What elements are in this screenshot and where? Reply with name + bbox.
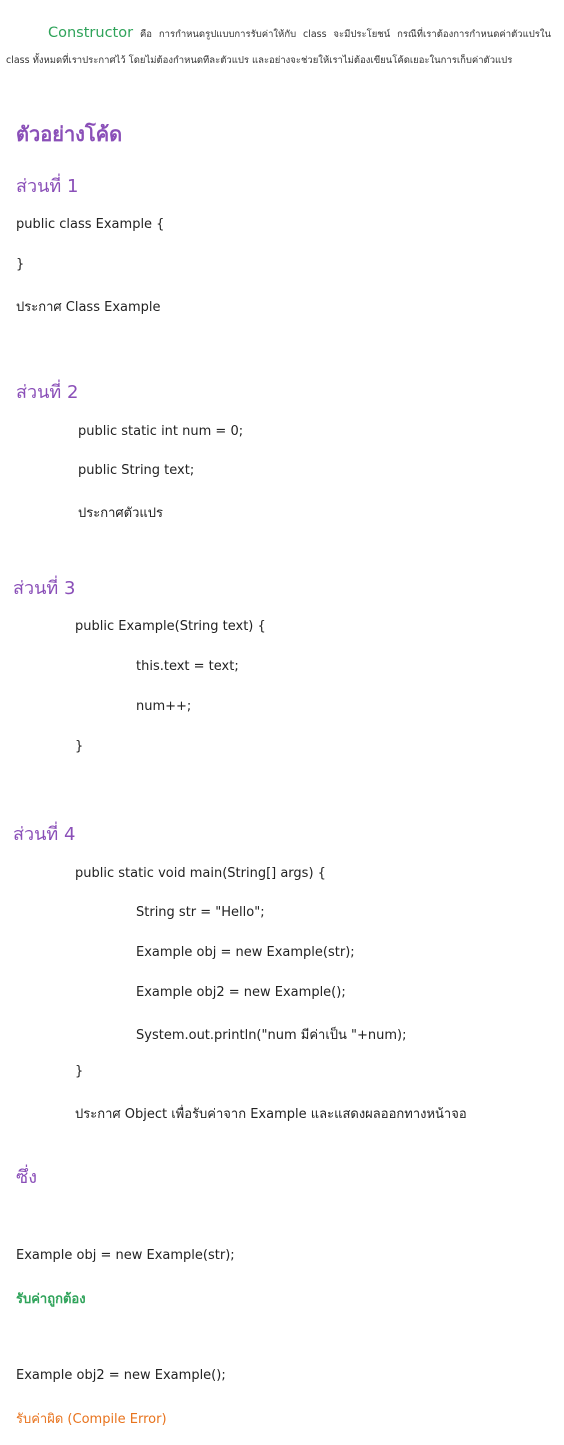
part3-title: ส่วนที่ 3 bbox=[13, 578, 76, 599]
part4-code-line: Example obj = new Example(str); bbox=[136, 945, 355, 960]
part4-title: ส่วนที่ 4 bbox=[13, 824, 76, 845]
intro-paragraph: Constructor คือ การกำหนดรูปแบบการรับค่าใ… bbox=[6, 20, 551, 74]
part4-note: ประกาศ Object เพื่อรับค่าจาก Example และ… bbox=[75, 1107, 467, 1122]
summary-result-valid: รับค่าถูกต้อง bbox=[16, 1292, 86, 1307]
part4-code-line: } bbox=[75, 1064, 84, 1079]
part3-code-line: } bbox=[75, 739, 84, 754]
summary-title: ซึ่ง bbox=[16, 1167, 38, 1188]
part1-code-line: public class Example { bbox=[16, 217, 165, 232]
part4-code-line: public static void main(String[] args) { bbox=[75, 866, 326, 881]
part3-code-line: num++; bbox=[136, 699, 192, 714]
part2-code-line: public String text; bbox=[78, 463, 195, 478]
page-heading: ตัวอย่างโค้ด bbox=[16, 122, 123, 146]
summary-example-2: Example obj2 = new Example(); bbox=[16, 1368, 226, 1383]
part3-code-line: public Example(String text) { bbox=[75, 619, 266, 634]
part2-code-line: public static int num = 0; bbox=[78, 424, 244, 439]
part1-code-line: } bbox=[16, 257, 25, 272]
part4-code-line: String str = "Hello"; bbox=[136, 905, 265, 920]
part4-code-line: System.out.println("num มีค่าเป็น "+num)… bbox=[136, 1028, 407, 1043]
part2-note: ประกาศตัวแปร bbox=[78, 506, 163, 521]
part2-title: ส่วนที่ 2 bbox=[16, 382, 79, 403]
part4-code-line: Example obj2 = new Example(); bbox=[136, 985, 346, 1000]
part1-title: ส่วนที่ 1 bbox=[16, 176, 79, 197]
summary-result-error: รับค่าผิด (Compile Error) bbox=[16, 1412, 167, 1427]
part3-code-line: this.text = text; bbox=[136, 659, 239, 674]
constructor-keyword: Constructor bbox=[48, 25, 134, 41]
summary-example-1: Example obj = new Example(str); bbox=[16, 1248, 235, 1263]
part1-note: ประกาศ Class Example bbox=[16, 300, 161, 315]
